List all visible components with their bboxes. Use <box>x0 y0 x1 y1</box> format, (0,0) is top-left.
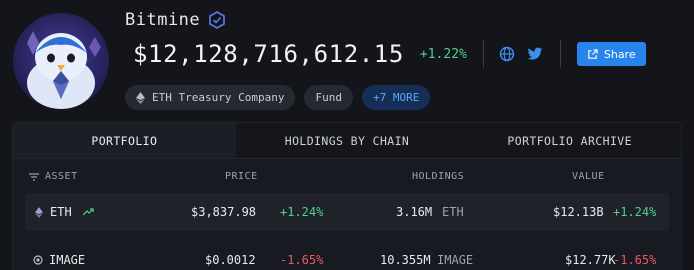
tag-eth-treasury[interactable]: ETH Treasury Company <box>125 85 296 110</box>
filter-icon <box>29 172 39 181</box>
entity-name: Bitmine <box>125 10 201 30</box>
asset-cell: IMAGE <box>33 253 85 267</box>
table-header: ASSET PRICE HOLDINGS VALUE <box>13 159 681 193</box>
token-icon <box>33 255 43 265</box>
tag-label: ETH Treasury Company <box>152 91 285 104</box>
asset-symbol: IMAGE <box>49 253 86 267</box>
asset-header-label: ASSET <box>45 171 78 182</box>
more-tags-button[interactable]: +7 MORE <box>361 85 431 110</box>
verified-badge-icon <box>208 11 226 29</box>
tab-portfolio[interactable]: PORTFOLIO <box>13 123 236 158</box>
price-value: $3,837.98 <box>191 205 257 219</box>
value-amount: $12.77K <box>565 253 616 267</box>
holdings-unit: IMAGE <box>437 253 474 267</box>
value-change: -1.65% <box>613 253 657 267</box>
divider <box>482 40 484 68</box>
asset-column-header[interactable]: ASSET <box>29 171 78 182</box>
more-tags-label: +7 MORE <box>372 91 420 104</box>
balance-change: +1.22% <box>419 46 467 62</box>
divider <box>559 40 561 68</box>
tab-holdings-by-chain[interactable]: HOLDINGS BY CHAIN <box>235 123 459 158</box>
balance-row: $12,128,716,612.15 +1.22% Share <box>133 40 646 68</box>
holdings-amount: 3.16M <box>396 205 433 219</box>
price-value: $0.0012 <box>205 253 256 267</box>
value-amount: $12.13B <box>553 205 604 219</box>
price-change: -1.65% <box>280 253 324 267</box>
table-row[interactable]: ETH $3,837.98 +1.24% 3.16M ETH $12.13B +… <box>25 193 669 231</box>
holdings-amount: 10.355M <box>380 253 431 267</box>
value-change: +1.24% <box>613 205 657 219</box>
penguin-logo-icon <box>13 13 109 109</box>
price-change: +1.24% <box>280 205 324 219</box>
entity-name-row: Bitmine <box>125 10 226 30</box>
share-button[interactable]: Share <box>576 42 646 66</box>
globe-icon[interactable] <box>498 45 516 63</box>
share-label: Share <box>603 47 636 61</box>
twitter-icon[interactable] <box>526 45 544 63</box>
tab-portfolio-archive[interactable]: PORTFOLIO ARCHIVE <box>458 123 682 158</box>
tab-bar: PORTFOLIO HOLDINGS BY CHAIN PORTFOLIO AR… <box>13 123 682 159</box>
entity-avatar <box>13 13 109 109</box>
holdings-column-header[interactable]: HOLDINGS <box>412 171 464 182</box>
portfolio-panel: PORTFOLIO HOLDINGS BY CHAIN PORTFOLIO AR… <box>12 122 682 270</box>
holdings-unit: ETH <box>442 205 464 219</box>
total-balance: $12,128,716,612.15 <box>133 40 404 68</box>
asset-symbol: ETH <box>50 205 72 219</box>
value-column-header[interactable]: VALUE <box>572 171 605 182</box>
tag-list: ETH Treasury Company Fund +7 MORE <box>125 85 431 110</box>
trend-up-icon <box>82 208 94 216</box>
eth-icon <box>35 206 43 218</box>
tag-fund[interactable]: Fund <box>304 85 353 110</box>
eth-icon <box>136 91 145 104</box>
table-row[interactable]: IMAGE $0.0012 -1.65% 10.355M IMAGE $12.7… <box>25 241 669 270</box>
external-link-icon <box>588 48 598 59</box>
price-column-header[interactable]: PRICE <box>225 171 258 182</box>
asset-cell: ETH <box>35 205 94 219</box>
tag-label: Fund <box>315 91 342 104</box>
